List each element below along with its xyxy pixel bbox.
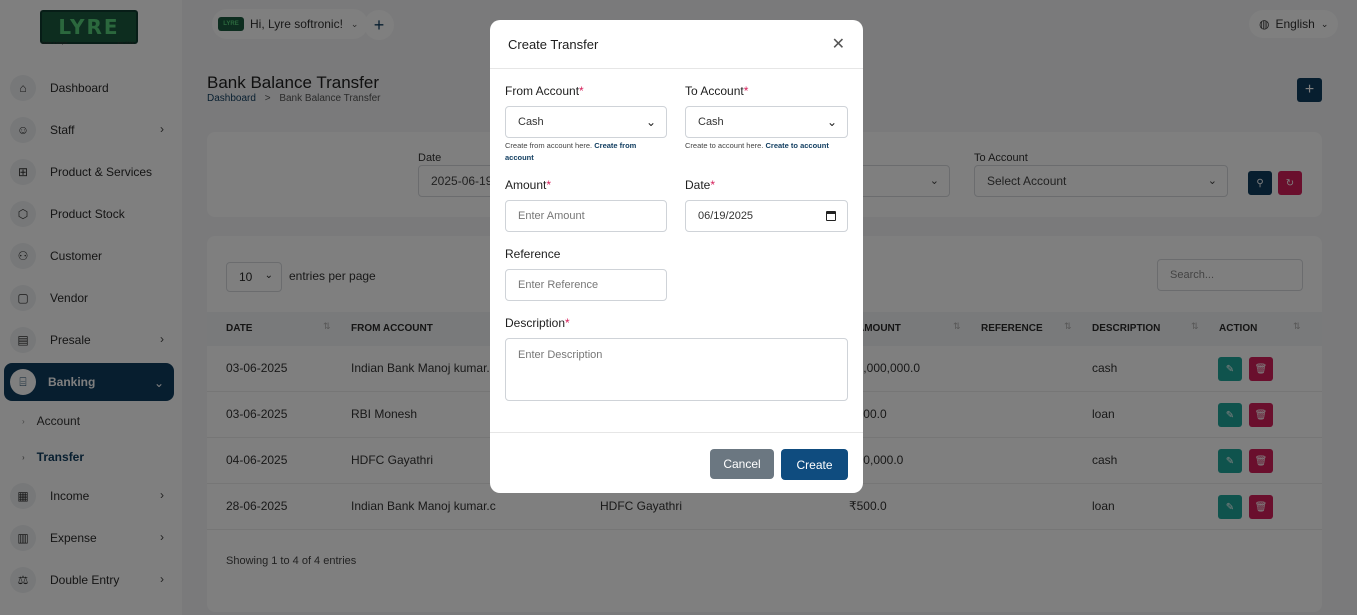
required-mark: * (565, 316, 570, 330)
to-account-select[interactable]: Cash ⌄ (685, 106, 848, 138)
chevron-down-icon: ⌄ (645, 115, 656, 129)
to-account-help: Create to account here. Create to accoun… (685, 141, 829, 150)
select-value: Cash (518, 116, 544, 128)
create-transfer-modal: Create Transfer ✕ From Account* Cash ⌄ C… (490, 20, 863, 493)
from-account-label: From Account* (505, 84, 584, 98)
amount-label: Amount* (505, 178, 552, 192)
create-to-account-link[interactable]: Create to account (765, 141, 828, 150)
calendar-icon[interactable] (826, 211, 836, 221)
required-mark: * (546, 178, 552, 192)
from-account-select[interactable]: Cash ⌄ (505, 106, 667, 138)
to-account-label: To Account* (685, 84, 749, 98)
required-mark: * (579, 84, 584, 98)
required-mark: * (743, 84, 749, 98)
description-label: Description* (505, 316, 570, 330)
select-value: Cash (698, 116, 724, 128)
from-account-help: Create from account here. Create from ac… (505, 141, 637, 162)
close-icon[interactable]: ✕ (832, 34, 845, 54)
date-value: 06/19/2025 (698, 210, 754, 222)
required-mark: * (710, 178, 716, 192)
date-label: Date* (685, 178, 716, 192)
create-button[interactable]: Create (781, 449, 848, 480)
reference-input[interactable]: Enter Reference (505, 269, 667, 301)
modal-footer: Cancel Create (490, 432, 863, 493)
amount-input[interactable]: Enter Amount (505, 200, 667, 232)
description-textarea[interactable]: Enter Description (505, 338, 848, 401)
date-input[interactable]: 06/19/2025 (685, 200, 848, 232)
modal-header: Create Transfer ✕ (490, 20, 863, 69)
cancel-button[interactable]: Cancel (710, 449, 774, 479)
reference-label: Reference (505, 247, 561, 261)
chevron-down-icon: ⌄ (826, 115, 837, 129)
modal-title: Create Transfer (508, 37, 599, 52)
